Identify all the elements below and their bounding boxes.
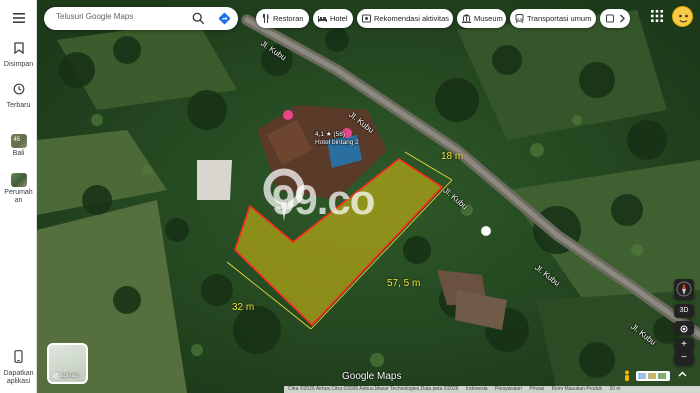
apps-grid-icon[interactable] [651,10,663,22]
chip-label: Transportasi umum [527,14,592,23]
recent-place-perumahan[interactable]: Perumahan [0,173,37,205]
google-maps-logo: Google Maps [342,371,402,382]
measure-right: 57, 5 m [387,278,421,289]
recent-place-bali[interactable]: 45 Bali [0,134,37,158]
bookmark-icon [13,42,24,55]
pegman-icon[interactable] [623,370,631,382]
scale-label: 20 m [609,386,621,392]
museum-icon [462,14,471,23]
directions-icon[interactable] [218,12,231,25]
attribution-bar: Citra ©2026 Airbus,Citra ©2026 Airbus,Ma… [284,386,700,393]
hotel-reviews: (56) [333,131,346,138]
hotel-rating: 4,1 [315,131,325,138]
footer-link-feedback[interactable]: Kirim Masukan Produk [552,386,602,392]
partial-chip-icon [606,14,614,23]
chip-label: Museum [474,14,503,23]
hotel-poi[interactable]: 4,1 ★ (56) Hotel bintang 2 [315,131,359,147]
get-app-label: Dapatkan aplikasi [3,370,34,385]
place-thumbnail: 45 [10,134,27,148]
search-icon[interactable] [192,12,205,25]
chip-label: Rekomendasi aktivitas [374,14,450,23]
chip-museum[interactable]: Museum [457,9,506,28]
footer-link-indonesia[interactable]: Indonesia [466,386,488,392]
chevron-right-icon [620,14,625,23]
chip-label: Hotel [330,14,348,23]
chip-label: Restoran [273,14,304,23]
search-input[interactable] [56,12,186,21]
tilt-3d-button[interactable]: 3D [674,304,694,318]
thumb-badge: 45 [13,137,21,143]
compass-icon [676,281,692,297]
place-thumbnail [10,173,27,187]
hotel-icon [318,16,327,22]
perumahan-label: Perumahan [4,189,33,204]
recent-label: Terbaru [6,102,31,109]
bali-label: Bali [12,150,25,157]
history-icon [13,83,24,95]
chip-hotel[interactable]: Hotel [313,9,353,28]
watermark-text: 99.co [272,176,375,223]
chip-transportasi-umum[interactable]: Transportasi umum [510,9,596,28]
saved-button[interactable]: Disimpan [0,41,37,69]
left-rail: Disimpan Terbaru 45 Bali Perumahan Dapat… [0,0,37,393]
saved-label: Disimpan [3,61,34,68]
menu-button[interactable] [0,10,37,28]
avatar-icon[interactable] [672,6,693,27]
my-location-button[interactable] [674,321,694,335]
get-app-button[interactable]: Dapatkan aplikasi [0,350,37,386]
measure-top: 18 m [441,151,464,162]
chip-rekomendasi-aktivitas[interactable]: Rekomendasi aktivitas [357,9,453,28]
star-icon: ★ [325,131,332,138]
zoom-out-button[interactable]: − [674,352,694,366]
imagery-thumbs[interactable] [636,371,670,381]
recent-button[interactable]: Terbaru [0,82,37,110]
chips-scroll-right[interactable] [600,9,630,28]
my-location-icon [680,325,688,333]
chip-restoran[interactable]: Restoran [256,9,309,28]
measure-left: 32 m [232,302,255,313]
hamburger-menu-icon [12,13,25,23]
restaurant-icon [263,14,269,23]
footer-link-terms[interactable]: Persyaratan [495,386,522,392]
phone-icon [14,350,23,363]
attribution-text: Citra ©2026 Airbus,Citra ©2026 Airbus,Ma… [288,386,459,392]
hotel-name: Hotel bintang 2 [315,139,359,146]
layers-button[interactable]: Lapisan [47,343,88,384]
layers-label: Lapisan [56,372,79,379]
expand-icon[interactable] [678,370,687,379]
transit-icon [515,14,524,23]
footer-link-privacy[interactable]: Privasi [529,386,544,392]
zoom-in-button[interactable]: + [674,338,694,352]
satellite-map[interactable]: Jl. Kubu Jl. Kubu Jl. Kubu Jl. Kubu Jl. … [37,0,700,393]
compass-button[interactable] [674,279,694,300]
activity-icon [362,14,371,23]
search-box[interactable] [44,7,238,30]
